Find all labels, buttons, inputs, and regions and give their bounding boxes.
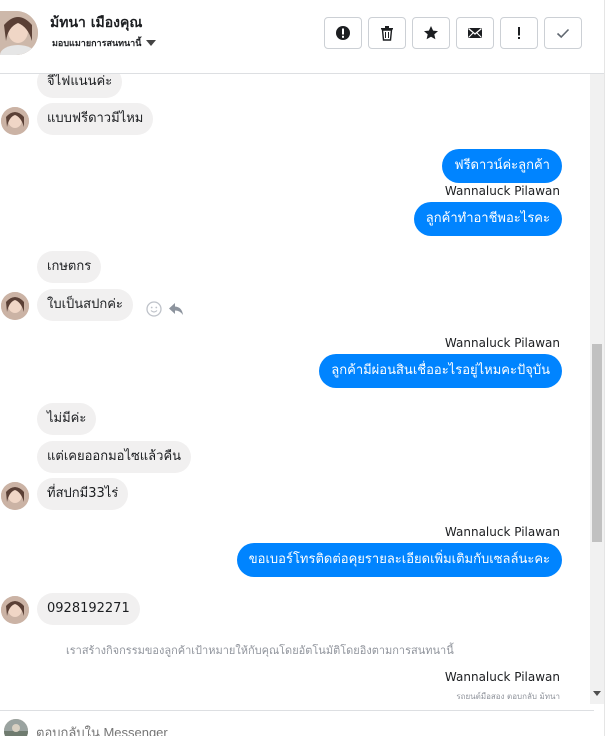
assign-label: มอบแมายการสนทนานี้ — [52, 39, 142, 49]
sender-name: Wannaluck Pilawan — [444, 670, 560, 684]
report-spam-button[interactable] — [324, 17, 362, 49]
trash-icon — [381, 26, 393, 41]
conversation-scrollbar[interactable] — [590, 74, 604, 704]
message-incoming: เกษตกร — [37, 251, 102, 283]
message-incoming: ไม่มีค่ะ — [37, 403, 97, 435]
message-composer — [0, 710, 594, 736]
mark-done-button[interactable] — [544, 17, 582, 49]
alert-circle-icon — [336, 26, 350, 40]
scrollbar-thumb[interactable] — [592, 344, 602, 542]
mail-icon — [468, 28, 482, 38]
sender-name: Wannaluck Pilawan — [444, 184, 560, 198]
contact-avatar-small — [1, 107, 29, 135]
message-outgoing: ขอเบอร์โทรติดต่อคุยรายละเอียดเพิ่มเติมกั… — [236, 543, 562, 577]
reply-context: รถยนต์มือสอง ตอบกลับ ม้ทนา — [456, 692, 560, 701]
message-actions — [146, 301, 184, 317]
scroll-down-arrow-icon[interactable] — [593, 691, 601, 696]
message-incoming: แบบฟรีดาวมีไหม — [37, 103, 154, 135]
message-incoming: จีไฟแนนค่ะ — [37, 74, 123, 98]
contact-avatar-small — [1, 482, 29, 510]
check-icon — [556, 28, 570, 39]
reply-icon[interactable] — [168, 301, 184, 317]
message-outgoing: ลูกค้าทำอาชีพอะไรคะ — [413, 202, 562, 236]
header-toolbar — [324, 17, 582, 49]
contact-avatar-small — [1, 292, 29, 320]
chevron-down-icon — [146, 40, 157, 46]
message-outgoing: ลูกค้ามีผ่อนสินเชื่ออะไรอยู่ไหมคะปัจุบัน — [319, 354, 562, 388]
follow-up-button[interactable] — [500, 17, 538, 49]
smiley-icon[interactable] — [146, 301, 162, 317]
message-incoming: ที่สปกมี33ไร่ — [37, 478, 129, 510]
contact-avatar[interactable] — [0, 11, 38, 55]
contact-name: ม้ทนา เมืองคุณ — [50, 15, 143, 31]
system-notice: เราสร้างกิจกรรมของลูกค้าเป้าหมายให้กับคุ… — [66, 644, 454, 657]
star-button[interactable] — [412, 17, 450, 49]
panel-divider — [604, 0, 615, 736]
message-thread: จีไฟแนนค่ะ แบบฟรีดาวมีไหม ฟรีดาวน์ค่ะลูก… — [0, 74, 604, 704]
sender-name: Wannaluck Pilawan — [444, 525, 560, 539]
assign-conversation-dropdown[interactable]: มอบแมายการสนทนานี้ — [52, 36, 157, 50]
message-incoming: แต่เคยออกมอไซแล้วคืน — [37, 441, 192, 473]
conversation-header: ม้ทนา เมืองคุณ มอบแมายการสนทนานี้ — [0, 0, 615, 74]
star-icon — [424, 26, 438, 40]
message-incoming: 0928192271 — [37, 593, 140, 625]
exclamation-icon — [518, 27, 520, 39]
page-avatar — [4, 719, 28, 736]
reply-input[interactable] — [36, 725, 556, 736]
delete-button[interactable] — [368, 17, 406, 49]
mark-unread-button[interactable] — [456, 17, 494, 49]
message-incoming: ใบเป็นสปกค่ะ — [37, 289, 133, 321]
contact-avatar-small — [1, 596, 29, 624]
message-outgoing: ฟรีดาวน์ค่ะลูกค้า — [442, 149, 562, 183]
sender-name: Wannaluck Pilawan — [444, 336, 560, 350]
